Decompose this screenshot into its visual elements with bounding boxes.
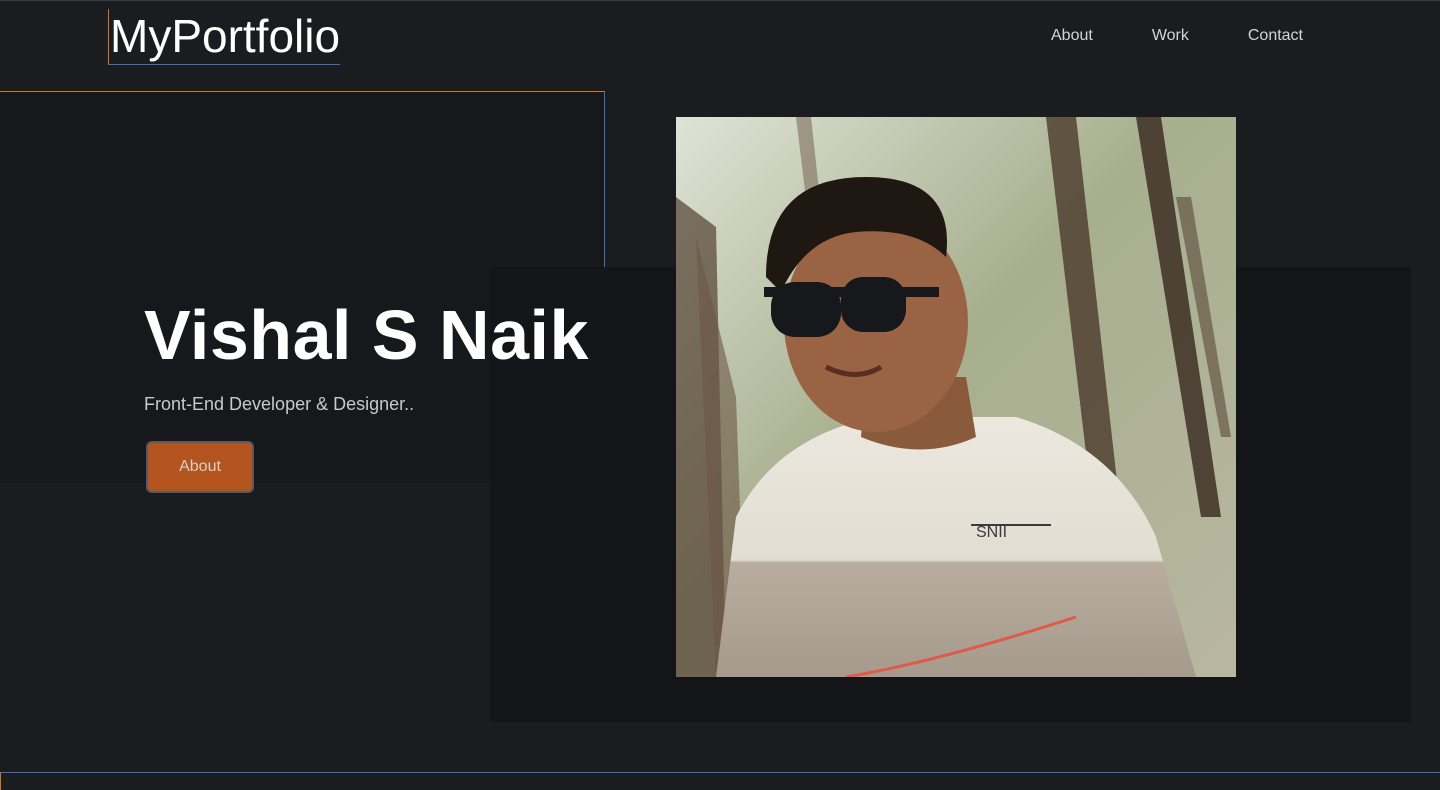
portfolio-page: MyPortfolio About Work Contact SNII Vish… [0, 0, 1440, 790]
hero-name: Vishal S Naik [144, 296, 589, 374]
hero-subtitle: Front-End Developer & Designer.. [144, 394, 415, 414]
nav-link-contact[interactable]: Contact [1248, 26, 1303, 46]
section-divider [0, 772, 1440, 790]
main-nav: About Work Contact [992, 26, 1303, 46]
profile-photo-illustration: SNII [676, 117, 1236, 677]
site-logo[interactable]: MyPortfolio [108, 9, 341, 65]
about-button[interactable]: About [146, 441, 254, 493]
nav-link-work[interactable]: Work [1152, 26, 1189, 46]
profile-photo: SNII [676, 117, 1236, 677]
svg-text:SNII: SNII [976, 524, 1007, 541]
nav-link-about[interactable]: About [1051, 26, 1093, 46]
